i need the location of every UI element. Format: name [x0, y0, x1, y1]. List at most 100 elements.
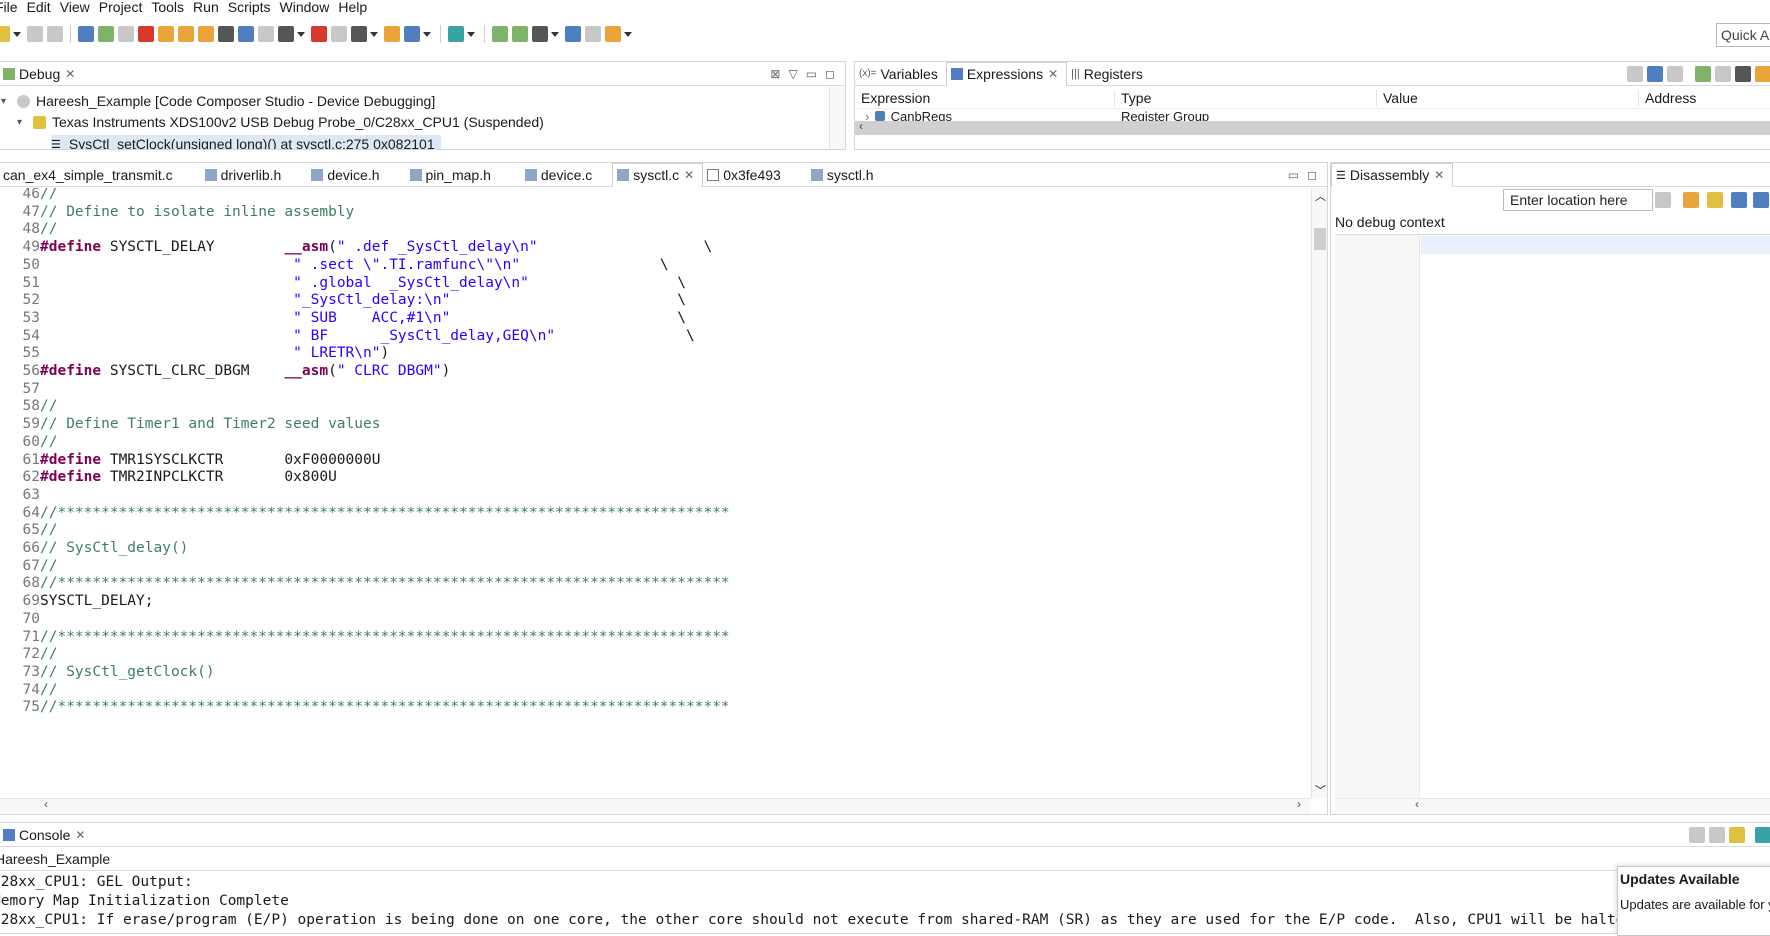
close-icon[interactable]: ✕	[1048, 67, 1058, 81]
go-icon[interactable]	[1655, 192, 1671, 208]
refresh-icon[interactable]	[1755, 65, 1770, 82]
tab-device-c[interactable]: device.c	[521, 163, 600, 187]
tab-pin-map[interactable]: pin_map.h	[406, 163, 499, 187]
tab-debug[interactable]: Debug ✕	[0, 62, 83, 86]
location-input[interactable]: Enter location here	[1503, 189, 1653, 211]
code-line[interactable]: 56#define SYSCTL_CLRC_DBGM __asm(" CLRC …	[0, 361, 451, 381]
updates-notification[interactable]: Updates Available Updates are available …	[1617, 866, 1770, 936]
editor-vertical-scrollbar[interactable]: ︿ ﹀	[1311, 188, 1327, 798]
add-expression-icon[interactable]	[1695, 65, 1711, 82]
chevron-down-icon[interactable]	[467, 31, 475, 37]
scroll-thumb[interactable]	[1314, 228, 1326, 250]
save-all-icon[interactable]	[47, 26, 63, 42]
maximize-icon[interactable]: ◻	[825, 67, 835, 81]
col-expression[interactable]: Expression	[855, 89, 1115, 106]
tree-item-session[interactable]: ▾ Hareesh_Example [Code Composer Studio …	[1, 93, 435, 109]
scroll-up-icon[interactable]: ︿	[1315, 188, 1326, 204]
expand-icon[interactable]: ▾	[17, 117, 31, 128]
code-line[interactable]: 64//************************************…	[0, 503, 730, 523]
collapse-icon[interactable]	[1627, 65, 1643, 82]
build-icon[interactable]	[384, 26, 400, 42]
tab-sysctl-c[interactable]: sysctl.c ✕	[612, 163, 704, 187]
grid-icon[interactable]	[218, 26, 234, 42]
scroll-right-icon[interactable]: ›	[1297, 797, 1301, 811]
pin-console-icon[interactable]	[1729, 826, 1745, 843]
tab-expressions[interactable]: Expressions ✕	[945, 62, 1068, 86]
close-icon[interactable]: ✕	[75, 828, 85, 842]
search-icon[interactable]	[565, 26, 581, 42]
menu-edit[interactable]: Edit	[27, 0, 60, 15]
scroll-down-icon[interactable]: ﹀	[1315, 782, 1326, 798]
tab-sysctl-h[interactable]: sysctl.h	[807, 163, 882, 187]
chevron-down-icon[interactable]	[13, 31, 21, 37]
chevron-down-icon[interactable]	[370, 31, 378, 37]
tree-item-frame[interactable]: ☰ SysCtl_setClock(unsigned long)() at sy…	[51, 135, 441, 149]
editor-horizontal-scrollbar[interactable]: ‹ ›	[0, 797, 1311, 814]
code-line[interactable]: 62#define TMR2INPCLKCTR 0x800U	[0, 467, 337, 487]
remove-expression-icon[interactable]	[1715, 65, 1731, 82]
suspend-icon[interactable]	[118, 26, 134, 42]
link-editor-icon[interactable]	[1753, 192, 1769, 208]
menu-window[interactable]: Window	[280, 0, 339, 15]
tab-disassembly[interactable]: ☰ Disassembly ✕	[1331, 163, 1454, 187]
code-editor[interactable]: 46//47// Define to isolate inline assemb…	[0, 188, 1309, 806]
step-asm-icon[interactable]	[492, 26, 508, 42]
maximize-icon[interactable]: ◻	[1307, 168, 1317, 182]
remove-all-icon[interactable]	[1735, 65, 1751, 82]
close-icon[interactable]: ✕	[1434, 168, 1444, 182]
tab-can-ex4[interactable]: can_ex4_simple_transmit.c	[0, 163, 181, 187]
scroll-lock-icon[interactable]	[1709, 826, 1725, 843]
code-line[interactable]: 75//************************************…	[0, 697, 730, 717]
tree-item-probe[interactable]: ▾ Texas Instruments XDS100v2 USB Debug P…	[17, 114, 544, 130]
open-perspective-icon[interactable]	[585, 26, 601, 42]
resume-icon[interactable]	[98, 26, 114, 42]
menu-help[interactable]: Help	[338, 0, 376, 15]
close-icon[interactable]: ✕	[684, 168, 694, 182]
debug-icon[interactable]	[448, 26, 464, 42]
tab-console[interactable]: Console ✕	[0, 823, 93, 847]
chevron-down-icon[interactable]	[297, 31, 305, 37]
menu-view[interactable]: View	[60, 0, 99, 15]
chevron-down-icon[interactable]	[423, 31, 431, 37]
menu-tools[interactable]: Tools	[151, 0, 193, 15]
scroll-left-icon[interactable]: ‹	[859, 119, 863, 133]
scroll-left-icon[interactable]: ‹	[44, 797, 48, 811]
col-address[interactable]: Address	[1639, 90, 1769, 106]
rebuild-icon[interactable]	[404, 26, 420, 42]
clear-console-icon[interactable]	[1689, 826, 1705, 843]
link-icon[interactable]	[258, 26, 274, 42]
sync-icon[interactable]	[1731, 192, 1747, 208]
view-menu-icon[interactable]: ▽	[788, 67, 797, 81]
menu-run[interactable]: Run	[193, 0, 228, 15]
breakpoint-icon[interactable]	[311, 26, 327, 42]
step-over-asm-icon[interactable]	[512, 26, 528, 42]
terminate-icon[interactable]	[138, 26, 154, 42]
layout-icon[interactable]	[1667, 65, 1683, 82]
scroll-left-icon[interactable]: ‹	[1415, 797, 1419, 811]
skip-breakpoints-icon[interactable]	[331, 26, 347, 42]
show-type-icon[interactable]	[1647, 65, 1663, 82]
minimize-icon[interactable]: ▭	[1288, 168, 1299, 182]
tab-driverlib[interactable]: driverlib.h	[201, 163, 290, 187]
quick-access-input[interactable]: Quick Access	[1716, 23, 1770, 47]
step-over-icon[interactable]	[178, 26, 194, 42]
show-source-icon[interactable]	[1683, 192, 1699, 208]
menu-project[interactable]: Project	[99, 0, 152, 15]
connect-icon[interactable]	[278, 26, 294, 42]
expression-row[interactable]: › CanbRegs Register Group	[855, 109, 1770, 121]
save-icon[interactable]	[27, 26, 43, 42]
tab-variables[interactable]: (x)= Variables	[855, 62, 946, 86]
load-program-icon[interactable]	[351, 26, 367, 42]
tab-registers[interactable]: ||| Registers	[1067, 62, 1151, 86]
chevron-down-icon[interactable]	[624, 31, 632, 37]
col-type[interactable]: Type	[1115, 89, 1377, 106]
horizontal-scrollbar[interactable]: ‹	[855, 119, 1770, 135]
menu-scripts[interactable]: Scripts	[228, 0, 280, 15]
menu-file[interactable]: File	[0, 0, 27, 15]
step-into-icon[interactable]	[158, 26, 174, 42]
open-console-icon[interactable]	[1755, 826, 1770, 843]
debug-scrollbar[interactable]	[829, 87, 845, 149]
home-icon[interactable]	[1707, 192, 1723, 208]
code-line[interactable]: 71//************************************…	[0, 627, 730, 647]
disassembly-horizontal-scrollbar[interactable]: ‹	[1335, 797, 1770, 814]
